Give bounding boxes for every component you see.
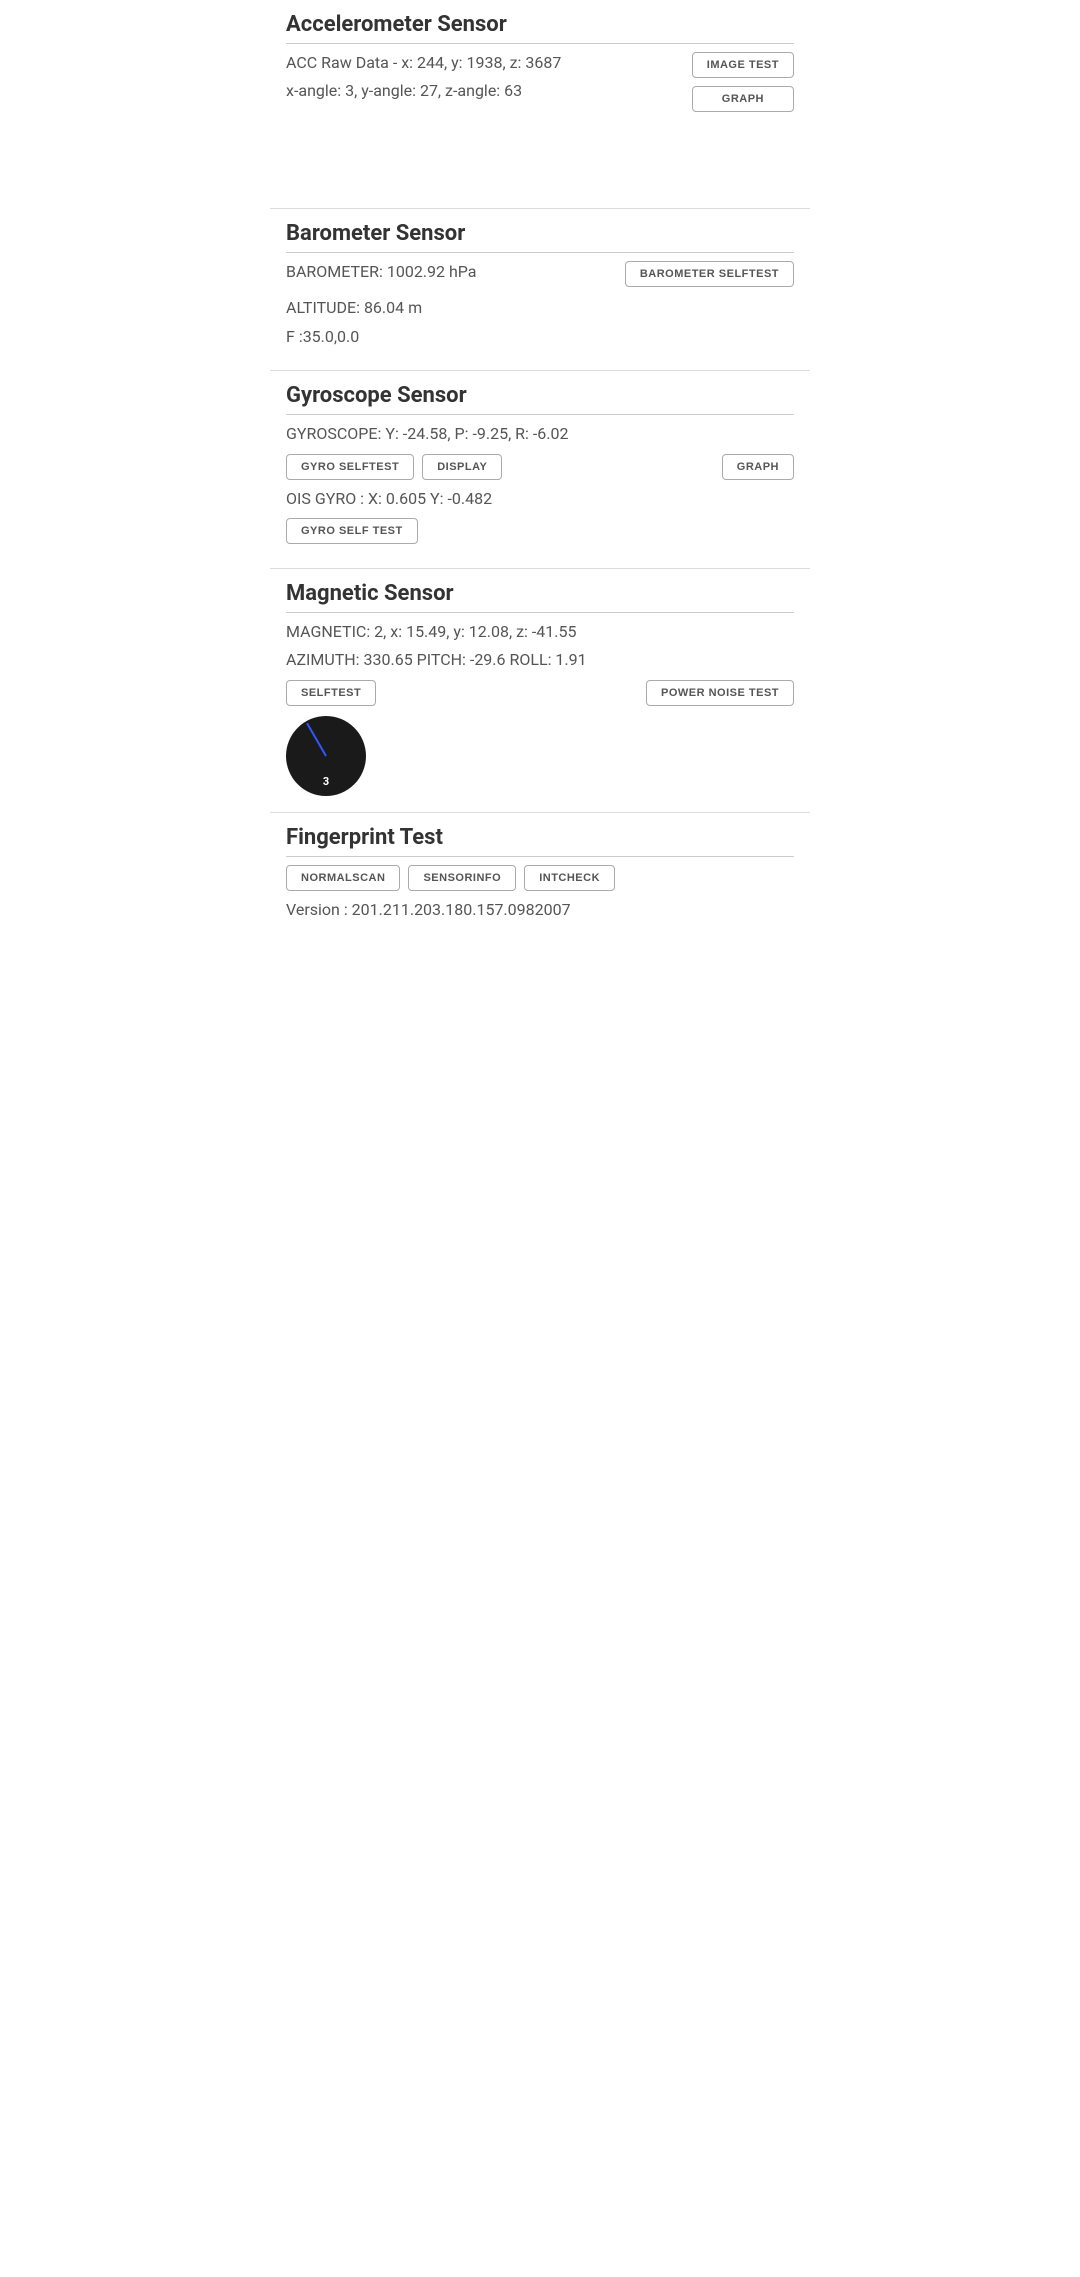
- ois-gyro-value: OIS GYRO : X: 0.605 Y: -0.482: [286, 488, 794, 510]
- gyro-self-test-row: GYRO SELF TEST: [286, 518, 794, 544]
- barometer-selftest-button[interactable]: BAROMETER SELFTEST: [625, 261, 794, 287]
- gyroscope-title: Gyroscope Sensor: [286, 383, 794, 408]
- magnetic-value: MAGNETIC: 2, x: 15.49, y: 12.08, z: -41.…: [286, 621, 794, 643]
- compass-container: 3: [286, 716, 794, 796]
- gyro-graph-button[interactable]: GRAPH: [722, 454, 794, 480]
- accelerometer-data-block: ACC Raw Data - x: 244, y: 1938, z: 3687 …: [286, 52, 682, 109]
- intcheck-button[interactable]: INTCHECK: [524, 865, 615, 891]
- compass-number: 3: [323, 775, 329, 788]
- gyro-display-button[interactable]: DISPLAY: [422, 454, 502, 480]
- gyro-value: GYROSCOPE: Y: -24.58, P: -9.25, R: -6.02: [286, 423, 794, 445]
- power-noise-test-button[interactable]: POWER NOISE TEST: [646, 680, 794, 706]
- version-text: Version : 201.211.203.180.157.0982007: [286, 899, 794, 921]
- normalscan-button[interactable]: NORMALSCAN: [286, 865, 400, 891]
- azimuth-value: AZIMUTH: 330.65 PITCH: -29.6 ROLL: 1.91: [286, 649, 794, 671]
- acc-raw-data: ACC Raw Data - x: 244, y: 1938, z: 3687: [286, 52, 682, 74]
- magnetic-section: Magnetic Sensor MAGNETIC: 2, x: 15.49, y…: [270, 569, 810, 813]
- accelerometer-section: Accelerometer Sensor ACC Raw Data - x: 2…: [270, 0, 810, 209]
- sensorinfo-button[interactable]: SENSORINFO: [408, 865, 516, 891]
- gyro-self-test-button[interactable]: GYRO SELF TEST: [286, 518, 418, 544]
- acc-angles: x-angle: 3, y-angle: 27, z-angle: 63: [286, 80, 682, 102]
- f-value: F :35.0,0.0: [286, 326, 794, 348]
- magnetic-selftest-button[interactable]: SELFTEST: [286, 680, 376, 706]
- accelerometer-title: Accelerometer Sensor: [286, 12, 794, 37]
- image-test-button[interactable]: IMAGE TEST: [692, 52, 794, 78]
- magnetic-button-row: SELFTEST POWER NOISE TEST: [286, 680, 794, 706]
- acc-graph-button[interactable]: GRAPH: [692, 86, 794, 112]
- gyro-selftest-button[interactable]: GYRO SELFTEST: [286, 454, 414, 480]
- fingerprint-title: Fingerprint Test: [286, 825, 794, 850]
- fingerprint-button-row: NORMALSCAN SENSORINFO INTCHECK: [286, 865, 794, 891]
- barometer-value: BAROMETER: 1002.92 hPa: [286, 261, 477, 283]
- barometer-title: Barometer Sensor: [286, 221, 794, 246]
- altitude-value: ALTITUDE: 86.04 m: [286, 297, 794, 319]
- barometer-section: Barometer Sensor BAROMETER: 1002.92 hPa …: [270, 209, 810, 371]
- gyroscope-section: Gyroscope Sensor GYROSCOPE: Y: -24.58, P…: [270, 371, 810, 569]
- gyro-button-row: GYRO SELFTEST DISPLAY GRAPH: [286, 454, 794, 480]
- compass-needle: [306, 722, 327, 756]
- magnetic-title: Magnetic Sensor: [286, 581, 794, 606]
- fingerprint-section: Fingerprint Test NORMALSCAN SENSORINFO I…: [270, 813, 810, 943]
- compass-dial: 3: [286, 716, 366, 796]
